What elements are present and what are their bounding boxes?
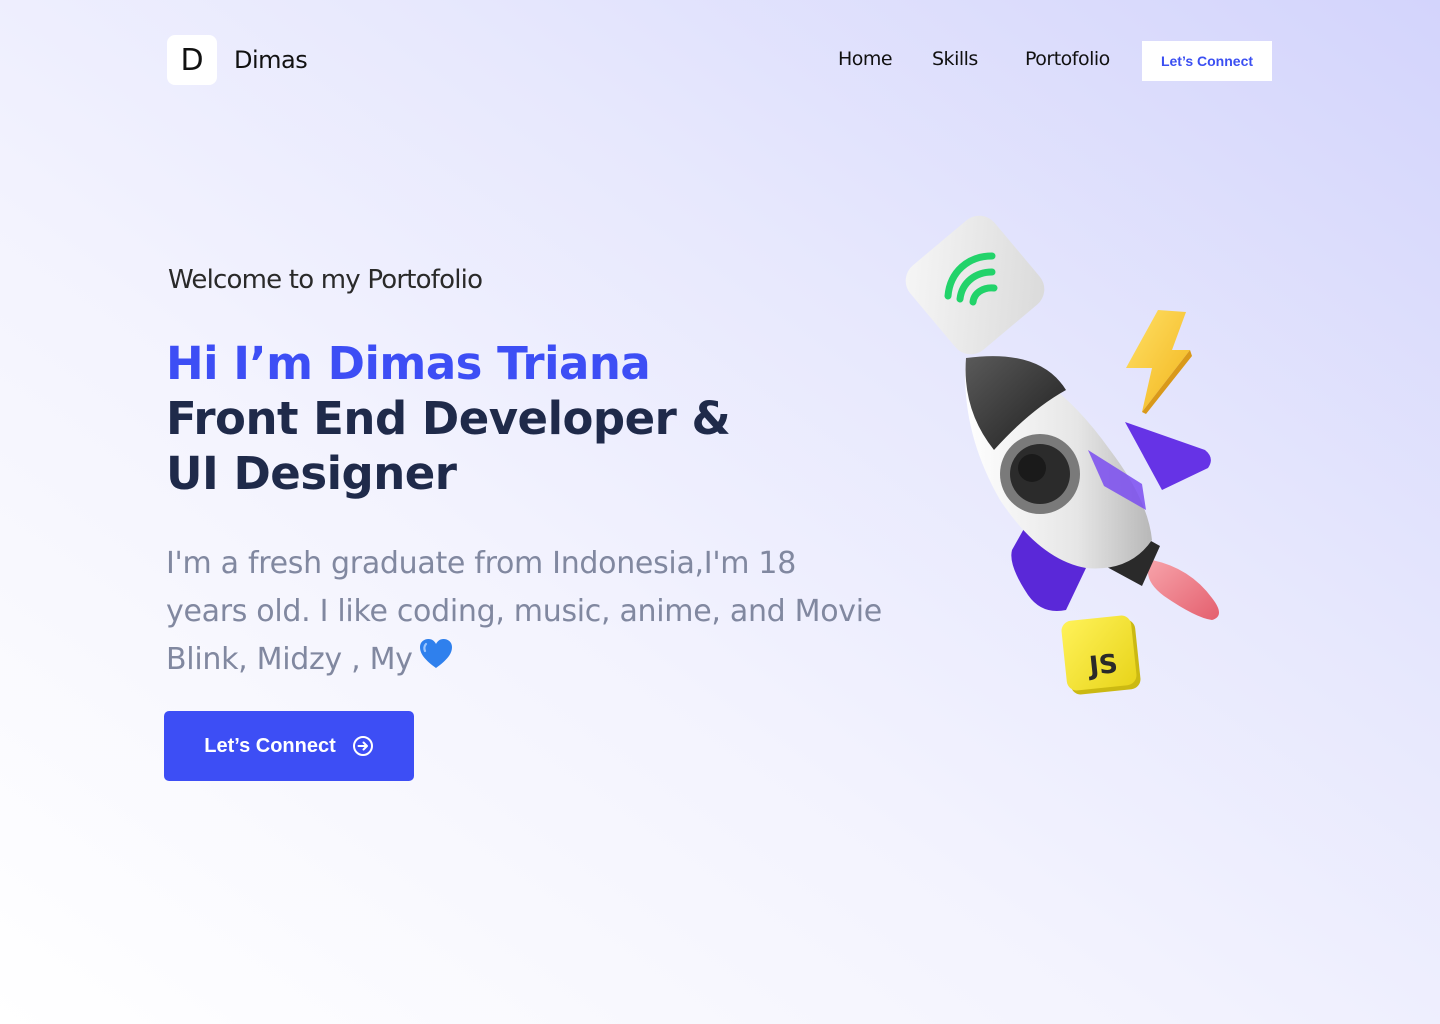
- nav-connect-button[interactable]: Let’s Connect: [1142, 41, 1272, 81]
- hero-connect-button[interactable]: Let’s Connect: [164, 711, 414, 781]
- arrow-right-circle-icon: [352, 735, 374, 757]
- rocket-illustration: JS: [890, 200, 1250, 710]
- wifi-tile-icon: [905, 215, 1045, 355]
- hero-connect-label: Let’s Connect: [204, 734, 336, 757]
- lightning-bolt-icon: [1126, 310, 1192, 414]
- logo-mark[interactable]: D: [167, 35, 217, 85]
- nav-link-home[interactable]: Home: [838, 48, 893, 70]
- nav-link-skills[interactable]: Skills: [932, 48, 978, 70]
- rocket-icon: [965, 356, 1219, 620]
- logo-letter: D: [180, 42, 204, 78]
- hero-role: Front End Developer & UI Designer: [166, 392, 731, 500]
- js-badge-icon: JS: [1061, 615, 1141, 695]
- nav-link-portofolio[interactable]: Portofolio: [1025, 48, 1110, 70]
- hero-description-text: I'm a fresh graduate from Indonesia,I'm …: [166, 546, 882, 677]
- blue-heart-icon: [419, 637, 453, 685]
- welcome-text: Welcome to my Portofolio: [168, 265, 483, 295]
- hero-greeting: Hi I’m Dimas Triana: [166, 337, 651, 390]
- brand-name[interactable]: Dimas: [234, 46, 308, 74]
- js-badge-text: JS: [1086, 649, 1119, 682]
- hero-description: I'm a fresh graduate from Indonesia,I'm …: [166, 540, 886, 685]
